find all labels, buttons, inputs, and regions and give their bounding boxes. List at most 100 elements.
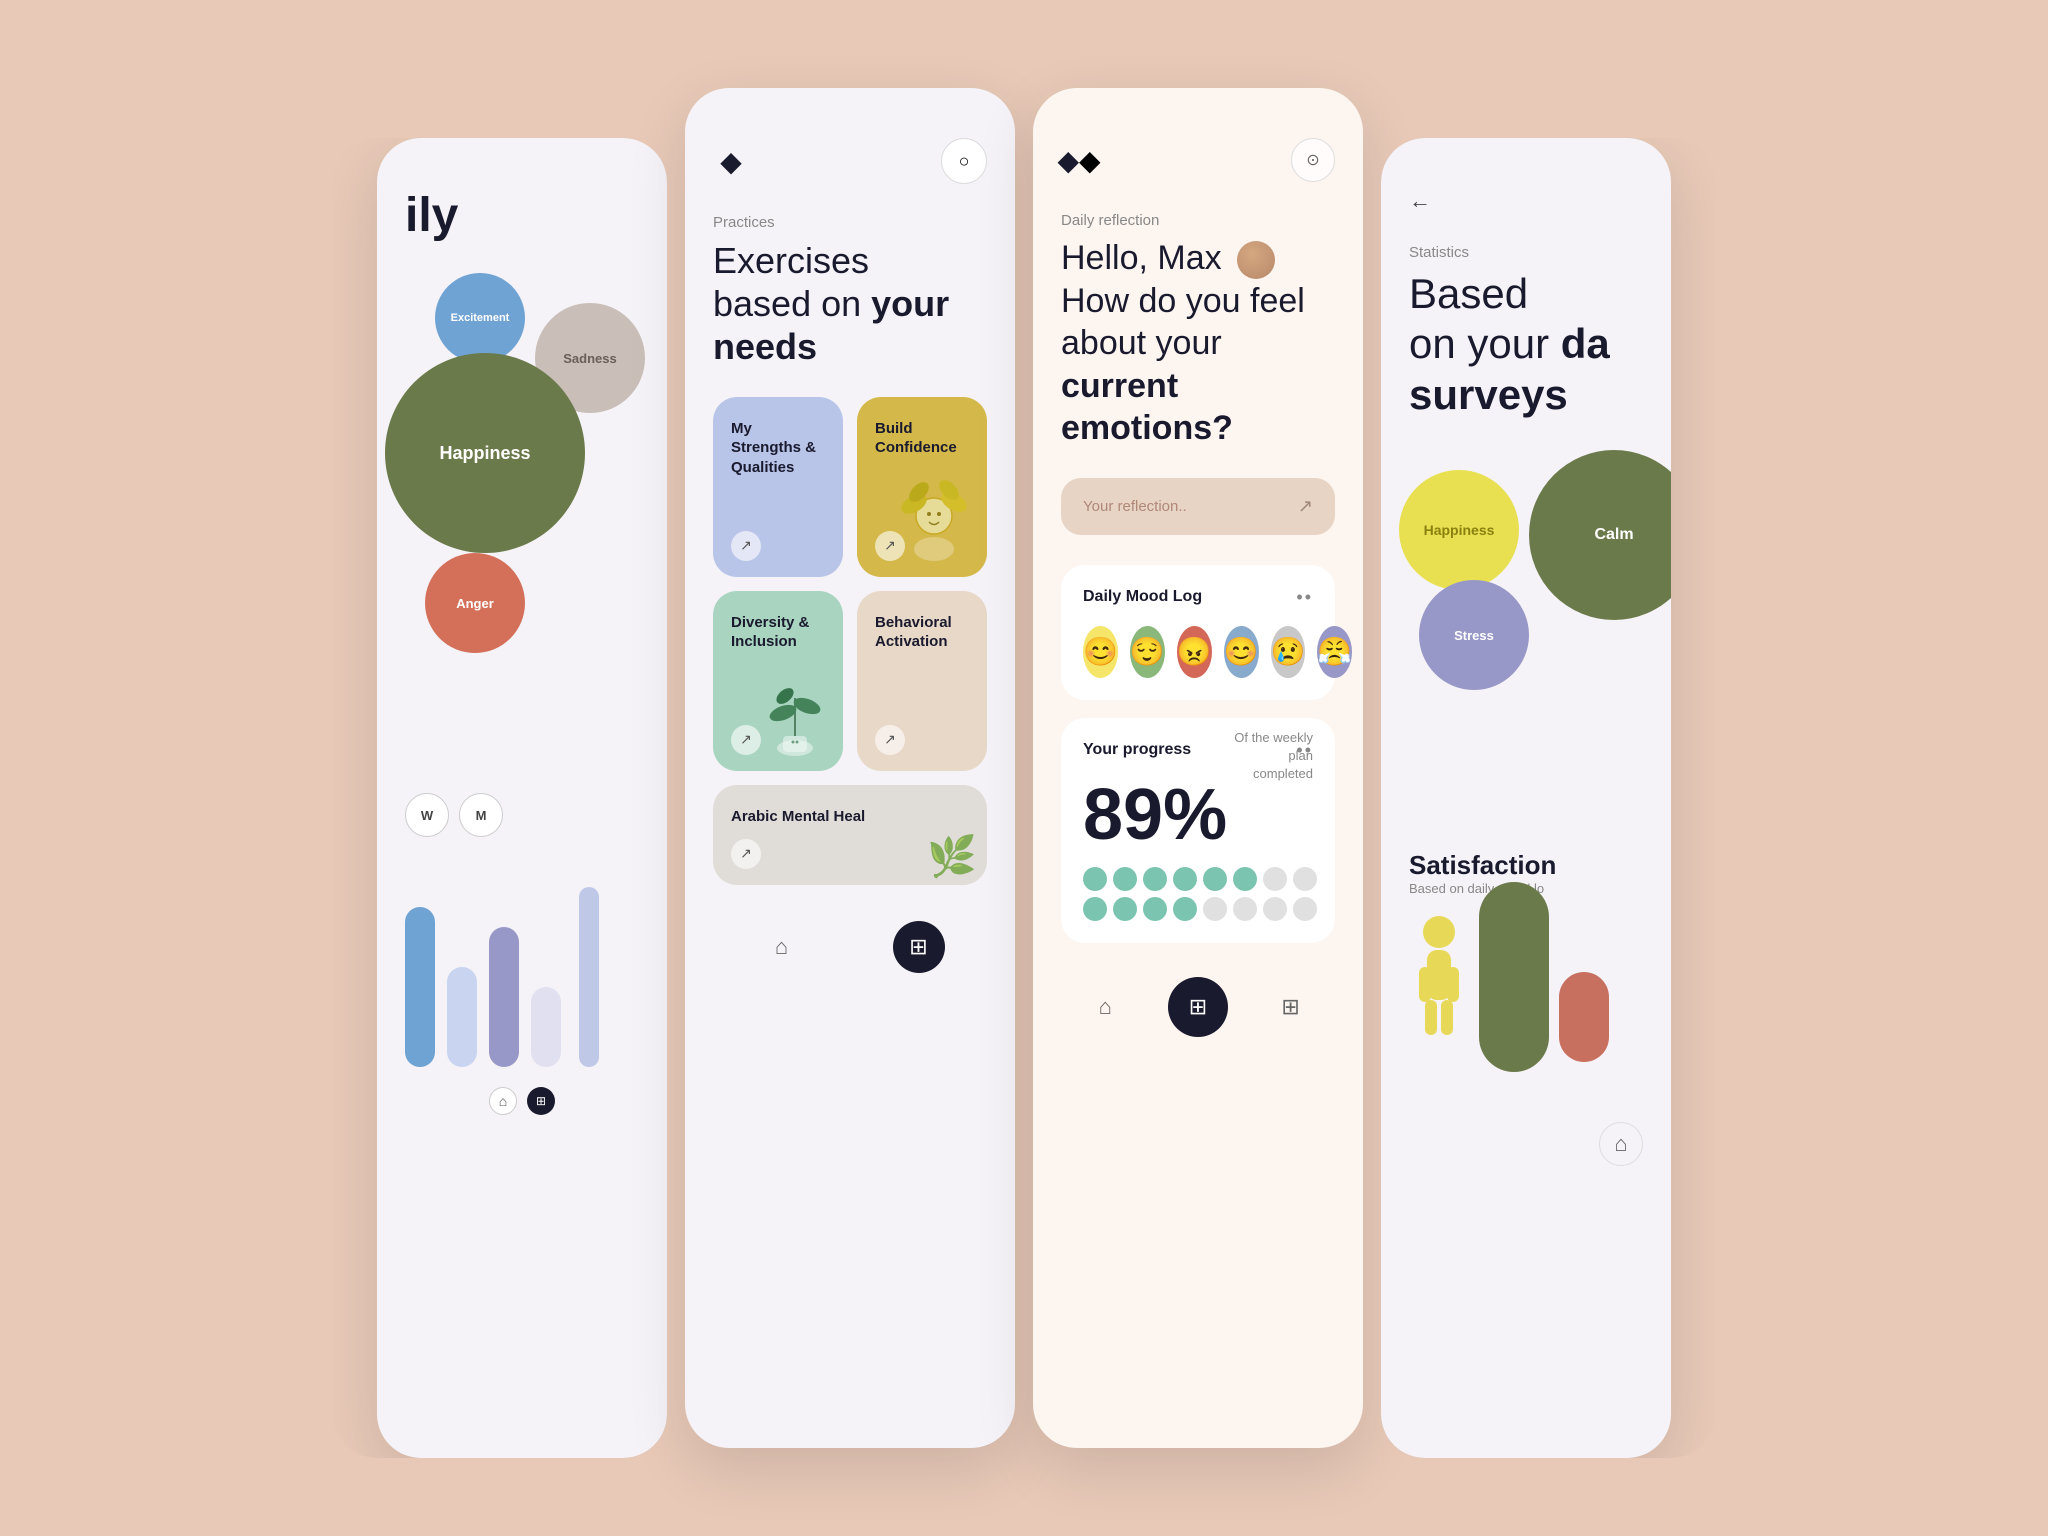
settings-icon: ⊙ xyxy=(1306,150,1319,170)
shape-coral xyxy=(1559,972,1609,1062)
mood-log-section: Daily Mood Log •• 😊 😌 😠 😊 😢 😤 xyxy=(1061,565,1335,700)
progress-section: Your progress •• 89% Of the weeklyplan c… xyxy=(1061,718,1335,943)
exercise-card-arabic[interactable]: Arabic Mental Heal ↗ 🌿 xyxy=(713,785,987,885)
p4-bubbles-container: Happiness Calm Stress xyxy=(1409,450,1643,830)
p4-label: Statistics xyxy=(1409,244,1643,261)
exercise-card-confidence[interactable]: Build Confidence ↗ xyxy=(857,397,987,577)
back-button[interactable]: ← xyxy=(1409,188,1431,214)
phone-emotions: ily Excitement Sadness Happiness Anger W… xyxy=(377,138,667,1458)
home-icon-p4: ⌂ xyxy=(1614,1131,1627,1157)
dot-15 xyxy=(1263,897,1287,921)
phone-practices: ○ Practices Exercisesbased on yourneeds … xyxy=(685,88,1015,1448)
emoji-angry[interactable]: 😠 xyxy=(1177,626,1212,678)
app-logo xyxy=(713,143,749,179)
emoji-calm[interactable]: 😌 xyxy=(1130,626,1165,678)
dot-14 xyxy=(1233,897,1257,921)
p2-section-label: Practices xyxy=(713,214,987,231)
plant-illustration-diversity xyxy=(755,668,835,763)
progress-detail: Of the weeklyplan completed xyxy=(1227,729,1313,784)
p4-header: ← xyxy=(1409,188,1643,214)
card-title-strengths: My Strengths & Qualities xyxy=(731,419,825,478)
shape-light xyxy=(531,987,561,1067)
card-title-diversity: Diversity & Inclusion xyxy=(731,613,825,652)
flower-decoration: 🌿 xyxy=(927,833,977,880)
shape-green-blob xyxy=(1479,882,1549,1072)
bubble-calm-p4[interactable]: Calm xyxy=(1529,450,1671,620)
bubble-anger[interactable]: Anger xyxy=(425,553,525,653)
progress-dots-grid xyxy=(1083,867,1313,921)
p3-nav-extra[interactable]: ⊞ xyxy=(1265,981,1317,1033)
bubble-stress-p4[interactable]: Stress xyxy=(1419,580,1529,690)
dot-12 xyxy=(1173,897,1197,921)
dot-8 xyxy=(1293,867,1317,891)
app-logo-p3: ◆ xyxy=(1061,142,1097,178)
emoji-blue-smile[interactable]: 😊 xyxy=(1224,626,1259,678)
mood-log-title: Daily Mood Log xyxy=(1083,588,1202,606)
shape-purple xyxy=(489,927,519,1067)
p2-header: ○ xyxy=(713,138,987,184)
card-arrow-strengths: ↗ xyxy=(731,531,761,561)
p3-nav-home[interactable]: ⌂ xyxy=(1079,981,1131,1033)
shape-blue-tall xyxy=(405,907,435,1067)
week-btn-w[interactable]: W xyxy=(405,793,449,837)
p3-greeting: Hello, Max How do you feelabout your cur… xyxy=(1061,237,1335,450)
nav-grid-btn[interactable]: ⊞ xyxy=(893,921,945,973)
p2-title: Exercisesbased on yourneeds xyxy=(713,239,987,369)
nav-home-btn[interactable]: ⌂ xyxy=(756,921,808,973)
p1-nav-home[interactable]: ⌂ xyxy=(489,1087,517,1115)
exercise-card-diversity[interactable]: Diversity & Inclusion ↗ xyxy=(713,591,843,771)
satisfaction-title: Satisfaction xyxy=(1409,850,1643,881)
search-button[interactable]: ○ xyxy=(941,138,987,184)
avatar xyxy=(1237,241,1275,279)
card-title-confidence: Build Confidence xyxy=(875,419,969,458)
bubble-happiness-p4[interactable]: Happiness xyxy=(1399,470,1519,590)
card-arrow-behavioral: ↗ xyxy=(875,725,905,755)
bubble-happiness[interactable]: Happiness xyxy=(385,353,585,553)
dot-1 xyxy=(1083,867,1107,891)
dot-6 xyxy=(1233,867,1257,891)
dot-11 xyxy=(1143,897,1167,921)
figure-yellow xyxy=(1409,912,1469,1042)
emoji-happy[interactable]: 😊 xyxy=(1083,626,1118,678)
emoji-sad[interactable]: 😢 xyxy=(1271,626,1306,678)
p3-nav-grid[interactable]: ⊞ xyxy=(1168,977,1228,1037)
phone-reflection: ◆ ⊙ Daily reflection Hello, Max How do y… xyxy=(1033,88,1363,1448)
dot-13 xyxy=(1203,897,1227,921)
p4-bottom-nav: ⌂ xyxy=(1409,1122,1643,1166)
progress-row: 89% Of the weeklyplan completed xyxy=(1083,779,1313,851)
settings-button[interactable]: ⊙ xyxy=(1291,138,1335,182)
dot-10 xyxy=(1113,897,1137,921)
week-btn-m[interactable]: M xyxy=(459,793,503,837)
p3-bottom-nav: ⌂ ⊞ ⊞ xyxy=(1061,961,1335,1037)
p1-title: ily xyxy=(405,188,639,243)
shape-blue-short xyxy=(447,967,477,1067)
p1-bottom-nav: ⌂ ⊞ xyxy=(405,1087,639,1115)
exercise-card-strengths[interactable]: My Strengths & Qualities ↗ xyxy=(713,397,843,577)
p1-nav-grid[interactable]: ⊞ xyxy=(527,1087,555,1115)
plant-illustration-confidence xyxy=(889,464,979,569)
progress-title: Your progress xyxy=(1083,741,1191,759)
send-icon: ↗ xyxy=(1298,496,1313,517)
dot-16 xyxy=(1293,897,1317,921)
bubble-excitement[interactable]: Excitement xyxy=(435,273,525,363)
p1-week-buttons: W M xyxy=(405,793,639,837)
grid-icon: ⊞ xyxy=(909,934,927,960)
reflection-input[interactable]: Your reflection.. ↗ xyxy=(1061,478,1335,535)
p4-nav-home[interactable]: ⌂ xyxy=(1599,1122,1643,1166)
exercises-grid: My Strengths & Qualities ↗ Build Confide… xyxy=(713,397,987,771)
phone-statistics: ← Statistics Basedon your dasurveys Happ… xyxy=(1381,138,1671,1458)
exercise-card-behavioral[interactable]: Behavioral Activation ↗ xyxy=(857,591,987,771)
p2-bottom-nav: ⌂ ⊞ xyxy=(713,905,987,973)
card-title-behavioral: Behavioral Activation xyxy=(875,613,969,652)
card-arrow-arabic: ↗ xyxy=(731,839,761,869)
dot-9 xyxy=(1083,897,1107,921)
emoji-row: 😊 😌 😠 😊 😢 😤 xyxy=(1083,626,1313,678)
search-icon: ○ xyxy=(959,151,970,172)
dot-4 xyxy=(1173,867,1197,891)
p4-bottom-shapes xyxy=(1409,912,1643,1112)
p4-title: Basedon your dasurveys xyxy=(1409,269,1643,420)
reflection-placeholder: Your reflection.. xyxy=(1083,498,1187,515)
emoji-tired[interactable]: 😤 xyxy=(1317,626,1352,678)
mood-menu-btn[interactable]: •• xyxy=(1296,587,1313,608)
p3-header: ◆ ⊙ xyxy=(1061,138,1335,182)
